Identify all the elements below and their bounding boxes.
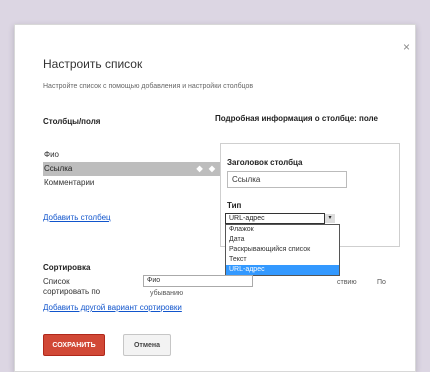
customize-list-dialog: × Настроить список Настройте список с по… bbox=[14, 24, 416, 372]
type-option-url[interactable]: URL-адрес bbox=[226, 265, 339, 275]
column-item-link[interactable]: Ссылка ◆ ◆ bbox=[43, 162, 223, 176]
column-details-header: Подробная информация о столбце: поле bbox=[215, 114, 378, 123]
type-option-text[interactable]: Текст bbox=[226, 255, 339, 265]
save-button[interactable]: СОХРАНИТЬ bbox=[43, 334, 105, 356]
columns-list: Фио Ссылка ◆ ◆ Комментарии bbox=[43, 148, 223, 190]
column-item-comments[interactable]: Комментарии bbox=[43, 176, 223, 190]
column-title-input[interactable] bbox=[227, 171, 347, 188]
type-option-date[interactable]: Дата bbox=[226, 235, 339, 245]
close-icon[interactable]: × bbox=[403, 40, 410, 54]
dialog-subtitle: Настройте список с помощью добавления и … bbox=[43, 83, 254, 90]
column-type-selected: URL-адрес bbox=[229, 215, 265, 222]
add-sort-option-link[interactable]: Добавить другой вариант сортировки bbox=[43, 303, 182, 312]
type-option-checkbox[interactable]: Флажок bbox=[226, 225, 339, 235]
column-item-label: Ссылка bbox=[44, 164, 73, 173]
type-option-dropdown-list[interactable]: Раскрывающийся список bbox=[226, 245, 339, 255]
columns-header: Столбцы/поля bbox=[43, 117, 101, 126]
column-type-dropdown: Флажок Дата Раскрывающийся список Текст … bbox=[225, 224, 340, 276]
dialog-title: Настроить список bbox=[43, 57, 143, 71]
sorting-header: Сортировка bbox=[43, 263, 91, 272]
column-title-label: Заголовок столбца bbox=[227, 158, 303, 167]
sort-field-select[interactable]: Фио bbox=[143, 275, 253, 287]
cancel-button[interactable]: Отмена bbox=[123, 334, 171, 356]
column-item-label: Фио bbox=[44, 150, 59, 159]
column-item-label: Комментарии bbox=[44, 178, 95, 187]
column-type-select[interactable]: URL-адрес ▾ bbox=[225, 213, 335, 224]
add-column-link[interactable]: Добавить столбец bbox=[43, 213, 111, 222]
sort-extra-text: По bbox=[377, 279, 386, 286]
column-item-fio[interactable]: Фио bbox=[43, 148, 223, 162]
sort-by-label: Список сортировать по bbox=[43, 277, 101, 296]
column-type-label: Тип bbox=[227, 201, 242, 210]
sort-order-text: убыванию bbox=[150, 290, 184, 297]
chevron-down-icon[interactable]: ▾ bbox=[324, 214, 335, 223]
drag-handle-icon[interactable]: ◆ ◆ bbox=[196, 162, 217, 176]
sort-order-option: ствию bbox=[337, 279, 357, 286]
